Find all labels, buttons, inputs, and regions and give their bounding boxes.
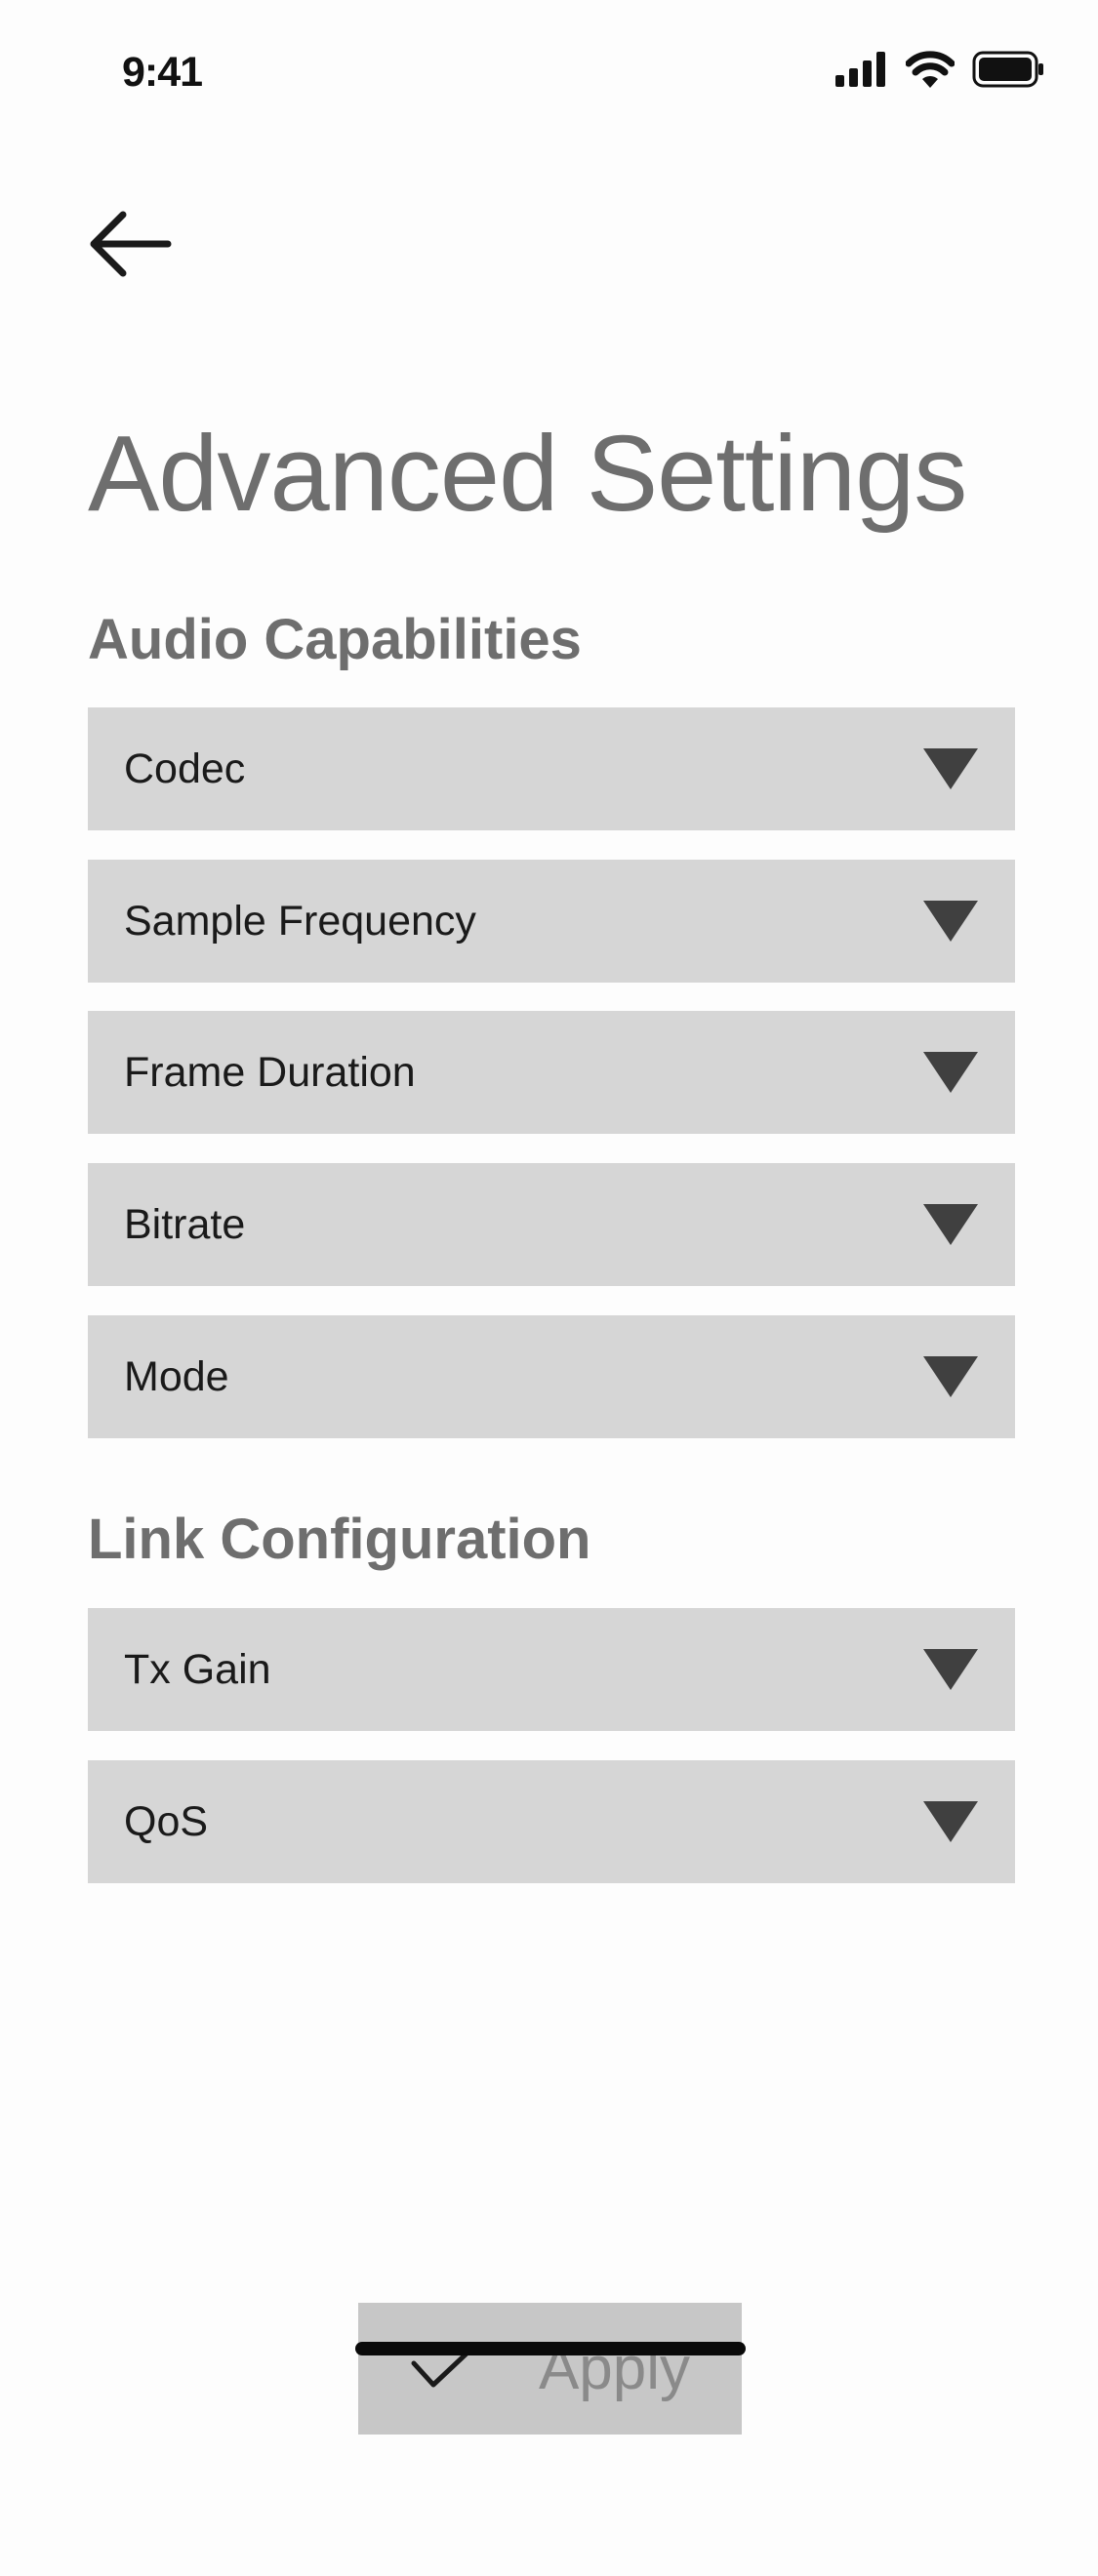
caret-down-icon (923, 1649, 978, 1690)
dropdown-label: Sample Frequency (124, 897, 476, 945)
cellular-signal-icon (835, 52, 885, 87)
caret-down-icon (923, 1204, 978, 1245)
sample-frequency-dropdown[interactable]: Sample Frequency (88, 860, 1015, 983)
codec-dropdown[interactable]: Codec (88, 707, 1015, 830)
caret-down-icon (923, 748, 978, 789)
dropdown-label: Frame Duration (124, 1048, 416, 1096)
caret-down-icon (923, 1052, 978, 1093)
dropdown-label: Mode (124, 1352, 229, 1400)
section-title-link-configuration: Link Configuration (88, 1508, 591, 1571)
caret-down-icon (923, 1356, 978, 1397)
qos-dropdown[interactable]: QoS (88, 1760, 1015, 1883)
status-icons (835, 51, 1044, 88)
apply-button[interactable]: Apply (358, 2303, 742, 2435)
caret-down-icon (923, 1801, 978, 1842)
apply-strikethrough-bar (355, 2342, 746, 2355)
mode-dropdown[interactable]: Mode (88, 1315, 1015, 1438)
wifi-icon (906, 51, 955, 88)
section-title-audio-capabilities: Audio Capabilities (88, 608, 582, 671)
frame-duration-dropdown[interactable]: Frame Duration (88, 1011, 1015, 1134)
arrow-left-icon (90, 211, 171, 277)
tx-gain-dropdown[interactable]: Tx Gain (88, 1608, 1015, 1731)
dropdown-label: Codec (124, 745, 246, 792)
dropdown-label: Bitrate (124, 1200, 246, 1248)
dropdown-label: QoS (124, 1797, 209, 1845)
page-title: Advanced Settings (88, 414, 967, 534)
caret-down-icon (923, 901, 978, 942)
battery-icon (972, 51, 1043, 88)
back-button[interactable] (83, 205, 176, 283)
dropdown-label: Tx Gain (124, 1645, 271, 1693)
bitrate-dropdown[interactable]: Bitrate (88, 1163, 1015, 1286)
status-time: 9:41 (122, 49, 203, 96)
